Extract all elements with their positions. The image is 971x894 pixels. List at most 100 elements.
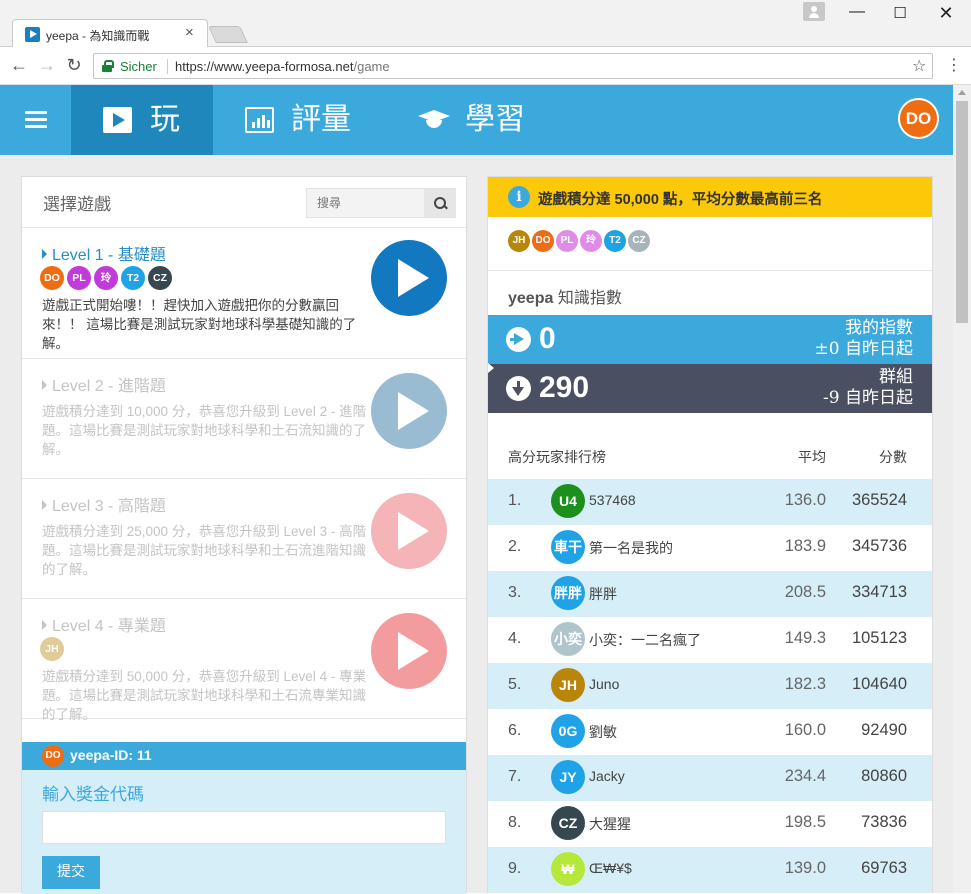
nav-play[interactable]: 玩 [71, 85, 213, 155]
top-player-avatar: DO [532, 230, 554, 252]
group-index-title: 群組 [879, 367, 913, 387]
player-avatar: T2 [121, 266, 145, 290]
play-button-icon[interactable] [371, 613, 447, 689]
new-tab-button[interactable] [208, 26, 248, 43]
user-avatar-small: DO [42, 745, 64, 767]
yeepa-id-bar: DO yeepa-ID: 11 [22, 742, 466, 770]
browser-menu-icon[interactable]: ⋮ [946, 55, 962, 75]
scroll-up-icon[interactable] [958, 90, 966, 95]
play-button-icon[interactable] [371, 240, 447, 316]
leaderboard-row[interactable]: 5. JH Juno 182.3 104640 [488, 663, 932, 709]
player-average: 136.0 [784, 491, 826, 509]
play-icon [103, 107, 132, 133]
leaderboard-row[interactable]: 7. JY Jacky 234.4 80860 [488, 755, 932, 801]
rank: 2. [508, 538, 522, 555]
rank: 9. [508, 860, 522, 877]
level-title-text: Level 3 - 高階題 [52, 498, 166, 515]
url-path: /game [353, 59, 390, 74]
level-item[interactable]: Level 2 - 進階題 遊戲積分達到 10,000 分，恭喜您升級到 Leve… [22, 359, 466, 479]
group-index-label: 群組 -9 自昨日起 [823, 367, 913, 409]
maximize-icon[interactable]: ☐ [888, 4, 912, 22]
divider [488, 270, 932, 271]
caret-right-icon [42, 620, 47, 630]
player-avatar: U4 [551, 484, 585, 518]
player-avatar: 玲 [94, 266, 118, 290]
player-average: 208.5 [784, 583, 826, 601]
url-text: https://www.yeepa-formosa.net/game [175, 59, 390, 74]
player-avatar: CZ [551, 806, 585, 840]
bonus-code-section: 輸入獎金代碼 提交 [22, 770, 466, 894]
browser-tab[interactable]: yeepa - 為知識而戰 × [12, 19, 208, 48]
player-name: Juno [589, 676, 620, 692]
level-item[interactable]: Level 3 - 高階題 遊戲積分達到 25,000 分，恭喜您升級到 Leve… [22, 479, 466, 599]
leaderboard-row[interactable]: 3. 胖胖 胖胖 208.5 334713 [488, 571, 932, 617]
address-divider [167, 59, 168, 74]
player-avatar: ₩ [551, 852, 585, 886]
hamburger-menu-icon[interactable] [25, 111, 47, 129]
group-index-change: -9 自昨日起 [823, 388, 913, 408]
top-player-avatar: 玲 [580, 230, 602, 252]
player-score: 69763 [861, 859, 907, 877]
level-title[interactable]: Level 4 - 專業題 [42, 612, 166, 636]
level-item[interactable]: Level 1 - 基礎題 DO PL 玲 T2 CZ 遊戲正式開始嘍！！趕快加入遊戲把你的… [22, 228, 466, 359]
nav-assessment-label: 評量 [291, 102, 351, 137]
player-avatar: CZ [148, 266, 172, 290]
play-button-icon[interactable] [371, 373, 447, 449]
knowledge-index-title: yeepa 知識指數 [508, 284, 622, 308]
search-icon[interactable] [424, 189, 456, 217]
level-title[interactable]: Level 2 - 進階題 [42, 372, 166, 396]
player-score: 345736 [851, 537, 907, 555]
leaderboard-row[interactable]: 6. 0G 劉敏 160.0 92490 [488, 709, 932, 755]
profile-icon[interactable] [803, 2, 825, 21]
level-players: JH [40, 637, 67, 661]
game-select-header: 選擇遊戲 [22, 177, 466, 228]
my-index-row: 0 我的指數 ±0 自昨日起 [488, 315, 932, 364]
level-description: 遊戲積分達到 50,000 分，恭喜您升級到 Level 4 - 專業題。這場比… [42, 669, 367, 722]
tab-close-icon[interactable]: × [185, 24, 194, 41]
browser-toolbar: ← → ↻ Sicher https://www.yeepa-formosa.n… [0, 47, 971, 85]
player-avatar: JY [551, 760, 585, 794]
forward-icon[interactable]: → [37, 55, 57, 76]
reload-icon[interactable]: ↻ [64, 55, 84, 76]
leaderboard-row[interactable]: 8. CZ 大猩猩 198.5 73836 [488, 801, 932, 847]
my-index-value: 0 [539, 322, 556, 355]
nav-learn[interactable]: 學習 [418, 85, 538, 155]
level-item[interactable]: Level 4 - 專業題 JH 遊戲積分達到 50,000 分，恭喜您升級到 Le… [22, 599, 466, 722]
top-player-avatar: CZ [628, 230, 650, 252]
player-name: Jacky [589, 768, 625, 784]
level-title[interactable]: Level 1 - 基礎題 [42, 241, 166, 265]
play-button-icon[interactable] [371, 493, 447, 569]
address-bar[interactable]: Sicher https://www.yeepa-formosa.net/gam… [93, 53, 933, 79]
user-avatar[interactable]: DO [898, 98, 939, 139]
bookmark-star-icon[interactable]: ☆ [912, 56, 926, 76]
submit-button[interactable]: 提交 [42, 856, 100, 889]
nav-play-label: 玩 [150, 102, 180, 137]
rank: 1. [508, 492, 522, 509]
level-title[interactable]: Level 3 - 高階題 [42, 492, 166, 516]
leaderboard-row[interactable]: 2. 車干 第一名是我的 183.9 345736 [488, 525, 932, 571]
leaderboard-row[interactable]: 4. 小奕 小奕：一二名瘋了 149.3 105123 [488, 617, 932, 663]
nav-assessment[interactable]: 評量 [245, 85, 365, 155]
scrollbar-thumb[interactable] [956, 101, 968, 323]
browser-titlebar: yeepa - 為知識而戰 × — ☐ ✕ [0, 0, 971, 48]
bonus-code-input[interactable] [42, 811, 446, 844]
player-score: 92490 [861, 721, 907, 739]
rank: 7. [508, 768, 522, 785]
index-pointer [488, 363, 494, 373]
player-average: 149.3 [784, 629, 826, 647]
leaderboard-row[interactable]: 9. ₩ Œ₩¥$ 139.0 69763 [488, 847, 932, 893]
level-title-text: Level 1 - 基礎題 [52, 247, 166, 264]
rank: 3. [508, 584, 522, 601]
notice-text: 遊戲積分達 50,000 點，平均分數最高前三名 [538, 192, 823, 208]
page-scrollbar[interactable] [953, 85, 971, 893]
minimize-icon[interactable]: — [845, 3, 869, 21]
leaderboard-row[interactable]: 1. U4 537468 136.0 365524 [488, 479, 932, 525]
player-score: 73836 [861, 813, 907, 831]
group-index-value: 290 [539, 371, 590, 404]
back-icon[interactable]: ← [9, 55, 29, 76]
close-window-icon[interactable]: ✕ [934, 3, 958, 24]
player-name: 537468 [589, 492, 636, 508]
graduation-cap-icon [418, 107, 450, 133]
search-input[interactable] [307, 189, 424, 217]
rank: 8. [508, 814, 522, 831]
